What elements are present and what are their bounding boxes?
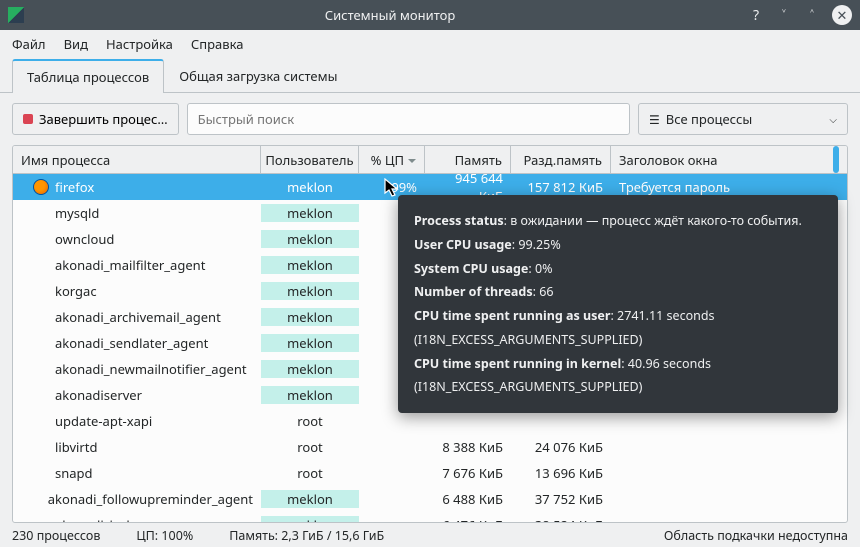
minimize-icon[interactable]: ˅ [776,7,792,23]
cell-name: akonadi_newmailnotifier_agent [13,360,261,378]
col-cpu[interactable]: % ЦП [359,146,425,173]
cell-user: meklon [261,282,359,300]
gear-icon [33,361,49,377]
cell-name: akonadi_mailfilter_agent [13,256,261,274]
window-title: Системный монитор [32,6,748,24]
cell-window-title: Требуется пароль [611,178,847,196]
table-row[interactable]: akonadi_followupreminder_agentmeklon 6 48… [13,486,847,512]
cell-memory: 8 388 КиБ [425,438,511,456]
process-tooltip: Process status: в ожидании — процесс ждё… [398,195,838,413]
gear-icon [33,465,49,481]
col-shared-memory[interactable]: Разд.память [511,146,611,173]
list-icon: ☰ [649,111,660,128]
cell-shared: 24 076 КиБ [511,438,611,456]
gear-icon [33,413,49,429]
cell-shared: 13 696 КиБ [511,464,611,482]
gear-icon [33,309,49,325]
cell-user: root [261,438,359,456]
menu-settings[interactable]: Настройка [106,35,173,53]
toolbar: Завершить процес… ☰ Все процессы ⌵ [0,93,860,145]
menu-help[interactable]: Справка [191,35,244,53]
cell-name: akonadiserver [13,386,261,404]
cell-user: meklon [261,386,359,404]
cell-user: meklon [261,360,359,378]
gear-icon [33,283,49,299]
gear-icon [33,205,49,221]
cell-user: root [261,412,359,430]
cell-user: meklon [261,334,359,352]
cell-name: akonadi_ical_resource [13,516,261,523]
cell-cpu: 99% [359,178,425,196]
status-swap: Область подкачки недоступна [664,527,848,544]
cell-name: snapd [13,464,261,482]
cell-name: akonadi_followupreminder_agent [13,490,261,508]
table-row[interactable]: akonadi_ical_resourcemeklon 6 476 КиБ38 5… [13,512,847,523]
chevron-down-icon: ⌵ [829,112,837,126]
menu-file[interactable]: Файл [12,35,46,53]
menu-view[interactable]: Вид [64,35,88,53]
cell-memory: 7 676 КиБ [425,464,511,482]
gear-icon [33,257,49,273]
cell-memory: 6 476 КиБ [425,516,511,523]
search-input[interactable] [187,103,630,135]
cell-shared: 38 524 КиБ [511,516,611,523]
cell-name: firefox [13,178,261,196]
gear-icon [33,491,42,507]
gear-icon [33,439,49,455]
tab-processes[interactable]: Таблица процессов [12,59,164,93]
col-window-title[interactable]: Заголовок окна [611,146,847,173]
cell-shared: 157 812 КиБ [511,178,611,196]
help-icon[interactable]: ? [748,7,764,23]
cell-name: akonadi_sendlater_agent [13,334,261,352]
filter-dropdown[interactable]: ☰ Все процессы ⌵ [638,103,848,135]
cell-name: libvirtd [13,438,261,456]
window-controls: ? ˅ ˄ ✕ [748,5,852,25]
cell-name: owncloud [13,230,261,248]
cell-user: meklon [261,490,359,508]
cell-user: meklon [261,178,359,196]
col-name[interactable]: Имя процесса [13,146,261,173]
menubar: Файл Вид Настройка Справка [0,30,860,58]
cell-shared: 37 752 КиБ [511,490,611,508]
statusbar: 230 процессов ЦП: 100% Память: 2,3 ГиБ /… [0,523,860,547]
gear-icon [33,387,49,403]
firefox-icon [33,179,49,195]
status-memory: Память: 2,3 ГиБ / 15,6 ГиБ [229,527,384,544]
cell-name: mysqld [13,204,261,222]
tabbar: Таблица процессов Общая загрузка системы [0,58,860,93]
cell-user: meklon [261,230,359,248]
cell-name: korgac [13,282,261,300]
filter-label: Все процессы [666,110,752,128]
cell-user: meklon [261,516,359,523]
end-process-label: Завершить процес… [39,110,168,128]
titlebar[interactable]: Системный монитор ? ˅ ˄ ✕ [0,0,860,30]
cell-name: akonadi_archivemail_agent [13,308,261,326]
col-user[interactable]: Пользователь [261,146,359,173]
gear-icon [33,231,49,247]
cell-user: root [261,464,359,482]
cell-user: meklon [261,204,359,222]
cell-name: update-apt-xapi [13,412,261,430]
status-processes: 230 процессов [12,527,100,544]
table-row[interactable]: libvirtdroot 8 388 КиБ24 076 КиБ [13,434,847,460]
tab-system-load[interactable]: Общая загрузка системы [164,59,352,93]
stop-icon [23,114,33,124]
cell-user: meklon [261,256,359,274]
status-cpu: ЦП: 100% [136,527,193,544]
app-icon [8,7,24,23]
cell-user: meklon [261,308,359,326]
gear-icon [33,335,49,351]
maximize-icon[interactable]: ˄ [804,7,820,23]
table-row[interactable]: snapdroot 7 676 КиБ13 696 КиБ [13,460,847,486]
scroll-indicator[interactable] [833,146,839,173]
end-process-button[interactable]: Завершить процес… [12,103,179,135]
cell-memory: 6 488 КиБ [425,490,511,508]
close-icon[interactable]: ✕ [832,5,852,25]
